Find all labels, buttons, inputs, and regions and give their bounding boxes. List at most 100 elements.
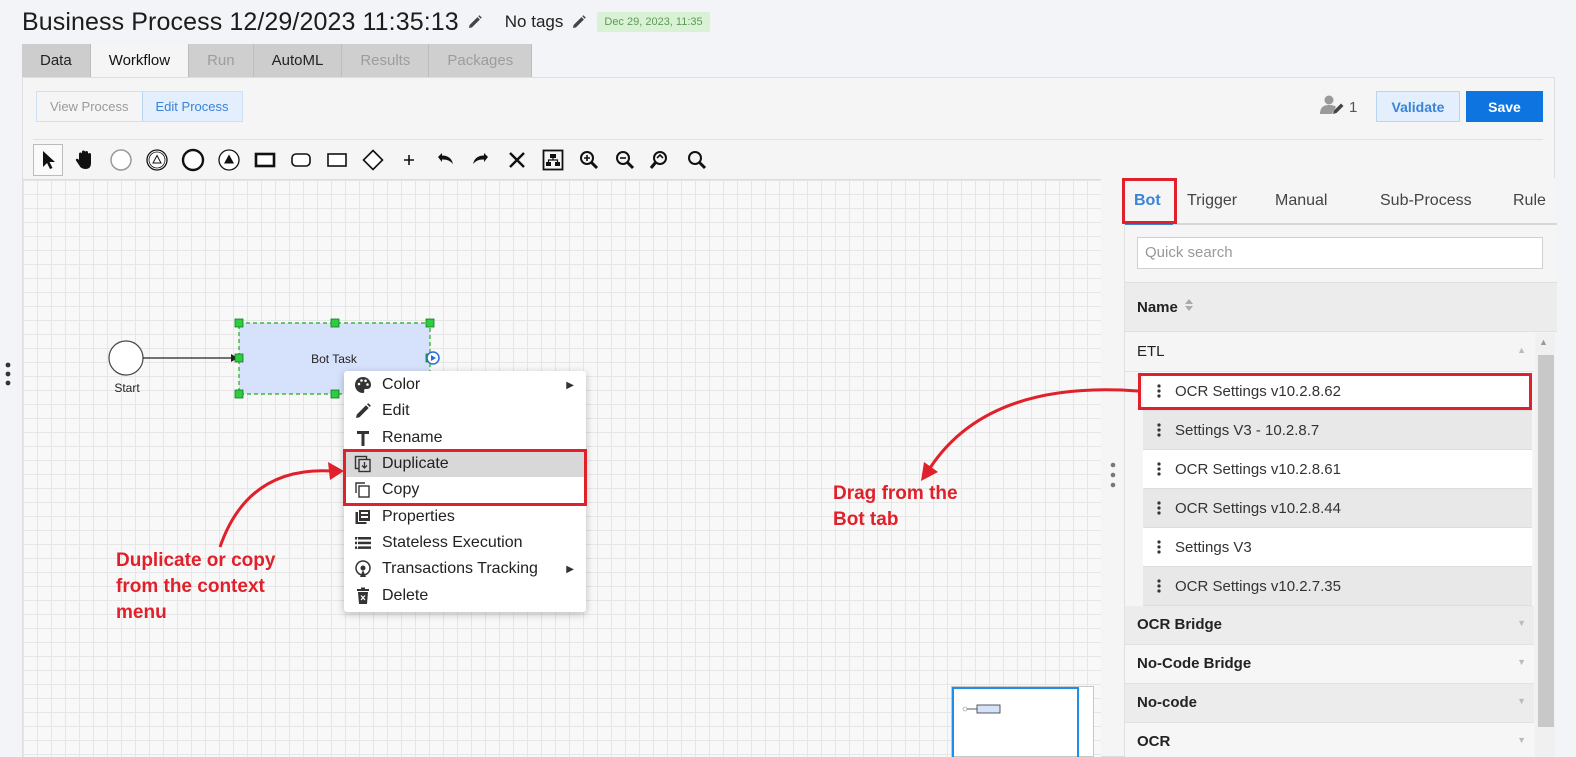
name-header-label: Name <box>1137 298 1178 316</box>
trash-icon <box>344 587 382 605</box>
scroll-thumb[interactable] <box>1538 355 1554 727</box>
menu-item-color[interactable]: Color ▶ <box>344 372 586 398</box>
scroll-up-icon[interactable]: ▲ <box>1539 337 1548 347</box>
drag-handle-icon[interactable] <box>1143 423 1175 437</box>
resize-handle[interactable] <box>425 318 435 328</box>
tab-data[interactable]: Data <box>22 44 91 77</box>
annotation-right-line: Bot tab <box>833 509 899 530</box>
annotation-left-line: from the context <box>116 576 265 597</box>
gateway-icon[interactable] <box>355 144 391 176</box>
edit-title-pencil-icon[interactable] <box>467 14 483 30</box>
resize-handle[interactable] <box>234 353 244 363</box>
save-button[interactable]: Save <box>1466 91 1543 122</box>
tracking-icon <box>344 560 382 578</box>
menu-item-properties[interactable]: Properties <box>344 503 586 529</box>
delete-icon[interactable] <box>499 144 535 176</box>
expand-caret-icon[interactable]: ▼ <box>1517 657 1526 667</box>
menu-item-rename[interactable]: Rename <box>344 425 586 451</box>
message-event-icon[interactable] <box>139 144 175 176</box>
signal-event-icon[interactable] <box>211 144 247 176</box>
library-scrollbar[interactable]: ▲ <box>1535 333 1555 757</box>
resize-handle[interactable] <box>234 318 244 328</box>
diagram-toolbar <box>33 139 1543 179</box>
drag-handle-icon[interactable] <box>1143 501 1175 515</box>
subprocess-icon[interactable] <box>283 144 319 176</box>
resize-handle[interactable] <box>330 389 340 399</box>
page-header: Business Process 12/29/2023 11:35:13 No … <box>22 6 710 38</box>
task-icon[interactable] <box>247 144 283 176</box>
pointer-tool-icon[interactable] <box>33 143 63 176</box>
menu-item-label: Properties <box>382 507 455 525</box>
expand-caret-icon[interactable]: ▼ <box>1517 696 1526 706</box>
pool-icon[interactable] <box>319 144 355 176</box>
start-event[interactable] <box>108 340 144 376</box>
drag-handle-icon[interactable] <box>1143 540 1175 554</box>
bot-item[interactable]: OCR Settings v10.2.8.61 <box>1143 450 1532 489</box>
tab-automl[interactable]: AutoML <box>253 44 343 77</box>
menu-item-stateless-execution[interactable]: Stateless Execution <box>344 530 586 556</box>
tab-rule[interactable]: Rule <box>1513 192 1546 210</box>
zoom-out-icon[interactable] <box>607 144 643 176</box>
zoom-reset-icon[interactable] <box>643 144 679 176</box>
validate-button[interactable]: Validate <box>1376 91 1460 122</box>
group-ocr-bridge[interactable]: OCR Bridge ▼ <box>1125 606 1534 645</box>
pencil-icon <box>344 402 382 420</box>
tab-manual[interactable]: Manual <box>1275 192 1327 210</box>
tab-trigger[interactable]: Trigger <box>1187 192 1237 210</box>
view-process-button[interactable]: View Process <box>37 92 142 121</box>
group-no-code[interactable]: No-code ▼ <box>1125 684 1534 723</box>
editors-indicator: 1 <box>1320 94 1357 120</box>
tab-run[interactable]: Run <box>189 44 254 77</box>
expand-caret-icon[interactable]: ▼ <box>1517 618 1526 628</box>
bot-item[interactable]: Settings V3 - 10.2.8.7 <box>1143 411 1532 450</box>
highlight-ocr-settings-item <box>1138 373 1532 410</box>
zoom-fit-icon[interactable] <box>679 144 715 176</box>
tab-workflow[interactable]: Workflow <box>90 44 190 77</box>
user-edit-icon <box>1320 94 1346 120</box>
resize-handle[interactable] <box>234 389 244 399</box>
menu-item-label: Stateless Execution <box>382 533 523 551</box>
redo-icon[interactable] <box>463 144 499 176</box>
start-label: Start <box>114 381 140 395</box>
drag-handle-icon[interactable] <box>1143 579 1175 593</box>
left-panel-handle-icon[interactable] <box>4 362 12 391</box>
edit-tags-pencil-icon[interactable] <box>571 14 587 30</box>
quick-search-input[interactable]: Quick search <box>1137 237 1543 269</box>
tags-label: No tags <box>504 12 564 31</box>
name-column-header[interactable]: Name <box>1125 282 1557 332</box>
group-no-code-bridge[interactable]: No-Code Bridge ▼ <box>1125 645 1534 684</box>
end-event-icon[interactable] <box>175 144 211 176</box>
menu-item-transactions-tracking[interactable]: Transactions Tracking ▶ <box>344 556 586 582</box>
panel-splitter-icon[interactable] <box>1110 462 1116 493</box>
drag-handle-icon[interactable] <box>1143 462 1175 476</box>
collapse-caret-icon[interactable]: ▲ <box>1517 345 1526 355</box>
undo-icon[interactable] <box>427 144 463 176</box>
bot-item-label: Settings V3 <box>1175 538 1252 556</box>
menu-item-edit[interactable]: Edit <box>344 398 586 424</box>
page-title: Business Process 12/29/2023 11:35:13 <box>22 7 459 36</box>
expand-caret-icon[interactable]: ▼ <box>1517 735 1526 745</box>
auto-layout-icon[interactable] <box>535 144 571 176</box>
minimap-viewport[interactable] <box>952 687 1079 757</box>
resize-handle[interactable] <box>330 318 340 328</box>
hand-tool-icon[interactable] <box>67 144 103 176</box>
tab-sub-process[interactable]: Sub-Process <box>1380 192 1472 210</box>
sort-icon[interactable] <box>1184 297 1194 317</box>
zoom-in-icon[interactable] <box>571 144 607 176</box>
bot-item[interactable]: OCR Settings v10.2.8.44 <box>1143 489 1532 528</box>
bot-item[interactable]: OCR Settings v10.2.7.35 <box>1143 567 1532 606</box>
annotation-right-line: Drag from the <box>833 483 958 504</box>
minimap[interactable] <box>951 686 1094 757</box>
group-etl[interactable]: ETL ▲ <box>1125 333 1534 372</box>
tab-results[interactable]: Results <box>342 44 430 77</box>
tab-packages[interactable]: Packages <box>429 44 533 77</box>
menu-item-delete[interactable]: Delete <box>344 582 586 608</box>
group-ocr[interactable]: OCR ▼ <box>1125 723 1534 757</box>
edit-process-button[interactable]: Edit Process <box>141 92 242 121</box>
bot-item[interactable]: Settings V3 <box>1143 528 1532 567</box>
start-event-icon[interactable] <box>103 144 139 176</box>
annotation-left: Duplicate or copy from the context menu <box>116 548 275 626</box>
menu-item-label: Color <box>382 376 421 394</box>
add-icon[interactable] <box>391 144 427 176</box>
minimap-preview <box>962 704 1001 714</box>
